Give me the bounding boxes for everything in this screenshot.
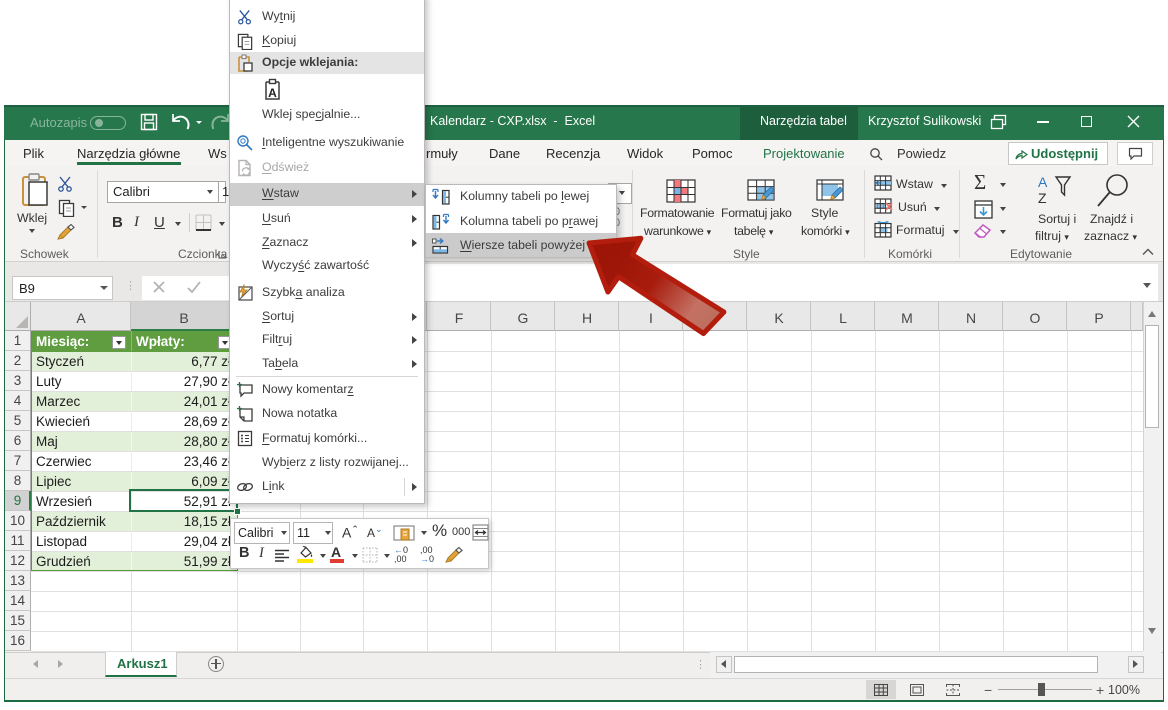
- svg-text:A: A: [1038, 174, 1048, 190]
- svg-text:A: A: [268, 86, 277, 100]
- svg-text:Z: Z: [1038, 190, 1047, 206]
